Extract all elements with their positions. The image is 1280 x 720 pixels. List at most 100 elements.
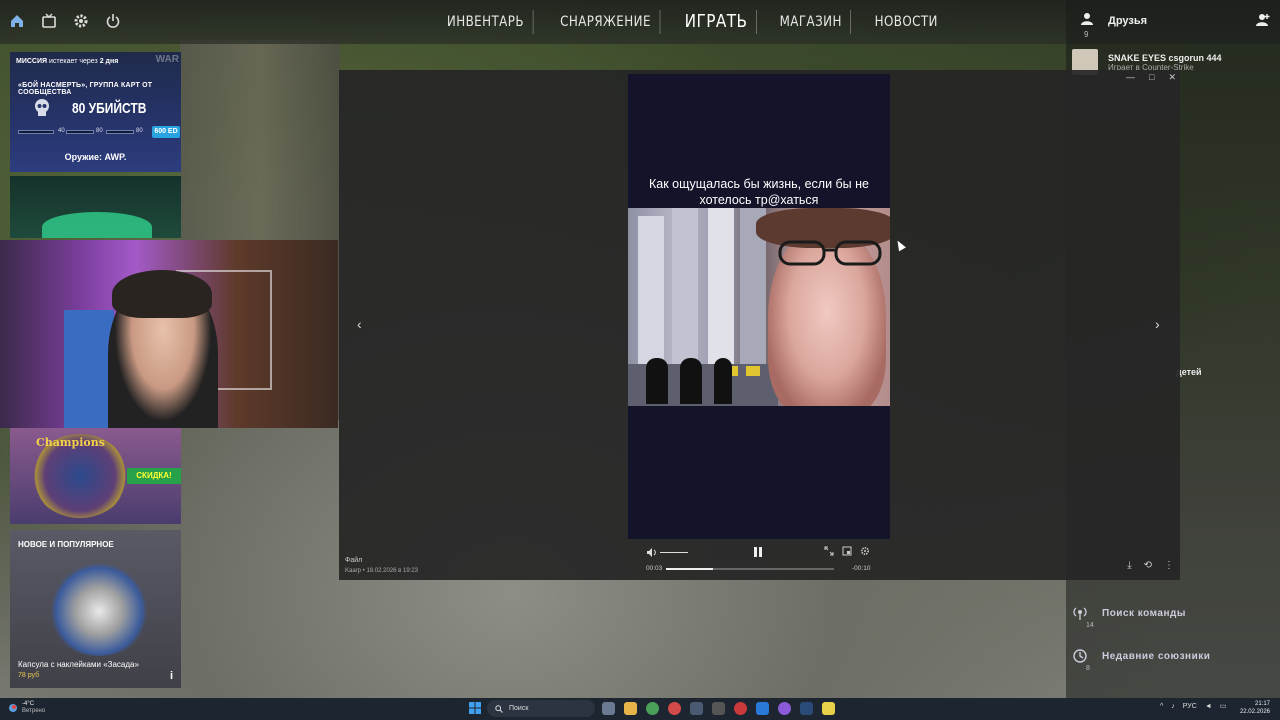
settings-icon[interactable] [860, 546, 870, 556]
tray-chevron-icon[interactable]: ^ [1160, 703, 1163, 710]
time-current: 00:03 [646, 565, 663, 572]
app-icon[interactable] [668, 702, 681, 715]
app-icon[interactable] [778, 702, 791, 715]
capsule-image [44, 556, 154, 656]
sale-logo-word: Champions [36, 436, 105, 449]
file-info: Файл Kaarp • 18.02.2026 в 19:23 [345, 557, 418, 574]
app-icon[interactable] [734, 702, 747, 715]
sale-badge: СКИДКА! [127, 468, 181, 484]
streamer-hair [112, 270, 212, 318]
chrome-icon[interactable] [646, 702, 659, 715]
windows-start-icon[interactable] [469, 702, 481, 714]
mic-icon[interactable]: ♪ [1171, 703, 1175, 710]
mission-tick: 40 [58, 128, 65, 134]
weather-icon [9, 703, 17, 712]
team-search-label: Поиск команды [1102, 607, 1186, 619]
download-icon[interactable]: ⤓ [1127, 560, 1131, 571]
file-title: Файл [345, 557, 363, 564]
video-extra-controls [824, 546, 870, 556]
mission-tick: 80 [136, 128, 143, 134]
friends-count: 9 [1084, 30, 1089, 39]
system-tray: ^ ♪ РУС ◄ ▭ [1160, 702, 1227, 711]
task-view-icon[interactable] [602, 702, 615, 715]
nav-store[interactable]: МАГАЗИН [772, 10, 852, 34]
prev-arrow-icon[interactable]: ‹ [357, 316, 362, 332]
nav-loadout[interactable]: СНАРЯЖЕНИЕ [551, 10, 660, 34]
gear-icon[interactable] [72, 12, 90, 30]
recent-allies-count: 8 [1086, 665, 1090, 672]
taskbar: -4°C Ветрено Поиск ^ ♪ РУС ◄ ▭ 21:17 22.… [0, 698, 1280, 720]
app-icon[interactable] [712, 702, 725, 715]
friends-title: Друзья [1108, 15, 1148, 27]
mission-war-watermark: WAR [155, 54, 179, 65]
app-icon[interactable] [822, 702, 835, 715]
person-icon[interactable] [1080, 12, 1094, 31]
volume-slider[interactable] [660, 552, 688, 553]
mission-expiry: МИССИЯ истекает через 2 дня [16, 58, 118, 65]
recent-allies-label: Недавние союзники [1102, 650, 1211, 662]
mission-reward-badge: 600 ED [152, 126, 180, 138]
clock[interactable]: 21:17 22.02.2026 [1240, 700, 1270, 716]
add-friend-icon[interactable] [1256, 13, 1270, 32]
network-icon[interactable]: ▭ [1220, 702, 1227, 710]
team-search-count: 14 [1086, 622, 1094, 629]
broadcast-icon [1073, 607, 1087, 620]
webcam-overlay [0, 240, 338, 428]
friend-text: SNAKE EYES csgorun 444 Играет в Counter-… [1108, 53, 1222, 72]
minimize-icon[interactable]: — [1126, 72, 1135, 83]
recent-allies-button[interactable]: Недавние союзники 8 [1072, 641, 1272, 672]
friend-row-partial[interactable]: детей [1176, 356, 1276, 388]
media-viewer: — □ ✕ ‹ › Как ощущалась бы жизнь, если б… [339, 70, 1180, 580]
edge-icon[interactable] [756, 702, 769, 715]
top-icons [8, 12, 122, 30]
home-icon[interactable] [8, 12, 26, 30]
maximize-icon[interactable]: □ [1149, 72, 1154, 83]
mission-card[interactable]: МИССИЯ истекает через 2 дня WAR «БОЙ НАС… [10, 52, 181, 172]
taskbar-search[interactable]: Поиск [487, 700, 595, 717]
app-icon[interactable] [690, 702, 703, 715]
mission-progress [18, 130, 144, 134]
language-indicator[interactable]: РУС [1183, 703, 1197, 710]
video-player[interactable]: Как ощущалась бы жизнь, если бы не хотел… [628, 74, 890, 539]
new-popular-heading: НОВОЕ И ПОПУЛЯРНОЕ [18, 540, 114, 549]
mission-expires-days: 2 дня [99, 58, 119, 65]
clock-date: 22.02.2026 [1239, 709, 1270, 715]
pause-icon[interactable] [752, 546, 764, 558]
fullscreen-icon[interactable] [824, 546, 834, 556]
close-icon[interactable]: ✕ [1168, 72, 1176, 83]
volume-tray-icon[interactable]: ◄ [1205, 703, 1212, 710]
time-remaining: -00:10 [852, 565, 871, 572]
glasses [778, 240, 882, 266]
nav-inventory[interactable]: ИНВЕНТАРЬ [438, 10, 534, 34]
weather-widget[interactable]: -4°C Ветрено [8, 701, 45, 714]
video-controls: 00:03 -00:10 [628, 543, 890, 577]
team-search-button[interactable]: Поиск команды 14 [1072, 598, 1272, 629]
explorer-icon[interactable] [624, 702, 637, 715]
weather-text: -4°C Ветрено [22, 701, 45, 714]
next-arrow-icon[interactable]: › [1155, 316, 1160, 332]
new-popular-card[interactable]: НОВОЕ И ПОПУЛЯРНОЕ Капсула с наклейками … [10, 530, 181, 688]
tv-icon[interactable] [40, 12, 58, 30]
volume-icon[interactable] [646, 547, 657, 558]
taskbar-apps [602, 702, 835, 715]
mission-tick: 80 [96, 128, 103, 134]
more-icon[interactable]: ⋮ [1164, 560, 1174, 571]
mission-weapon: Оружие: AWP. [64, 152, 127, 162]
sale-card[interactable]: Champions СКИДКА! [10, 428, 181, 524]
friends-header: 9 Друзья [1066, 0, 1280, 44]
power-icon[interactable] [104, 12, 122, 30]
item-price: 78 руб [18, 672, 40, 679]
item-name: Капсула с наклейками «Засада» [18, 660, 139, 669]
mission-expires: истекает через [49, 58, 98, 65]
nav-news[interactable]: НОВОСТИ [866, 10, 946, 34]
mission-title: «БОЙ НАСМЕРТЬ», ГРУППА КАРТ ОТ СООБЩЕСТВ… [18, 82, 153, 96]
nav-play[interactable]: ИГРАТЬ [677, 10, 758, 34]
viewer-actions: ⤓ ⟲ ⋮ [1127, 560, 1174, 571]
operation-card[interactable] [10, 176, 181, 238]
video-caption: Как ощущалась бы жизнь, если бы не хотел… [649, 177, 869, 207]
pip-icon[interactable] [842, 546, 852, 556]
steam-icon[interactable] [800, 702, 813, 715]
info-icon[interactable]: i [170, 670, 173, 682]
video-progress-bar[interactable] [666, 568, 834, 570]
share-icon[interactable]: ⟲ [1144, 560, 1152, 571]
